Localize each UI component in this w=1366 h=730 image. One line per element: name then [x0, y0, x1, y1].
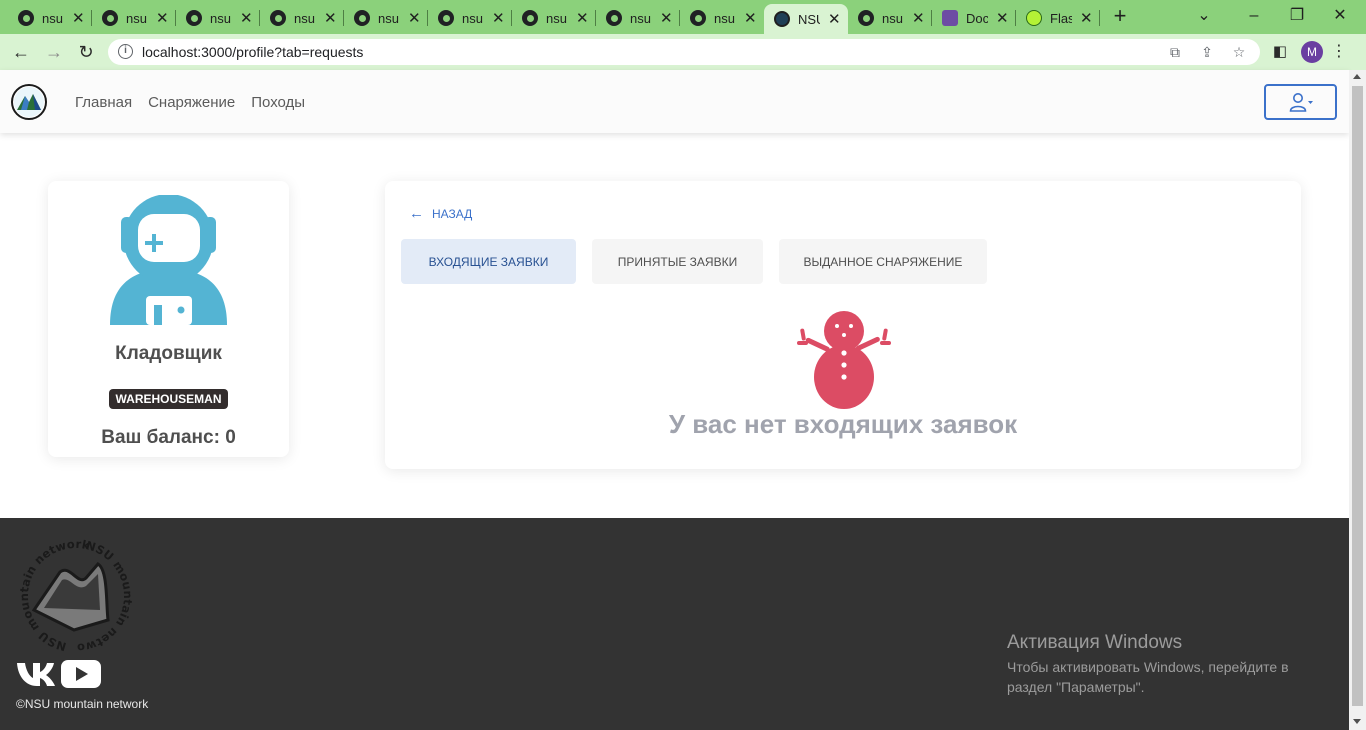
back-button[interactable]: ← НАЗАД — [409, 205, 473, 222]
browser-tab-strip: nsu ✕ nsu ✕ nsu ✕ nsu ✕ nsu ✕ nsu ✕ nsu ✕ nsu ✕ … — [0, 0, 1366, 34]
tab-search-icon[interactable]: ⌄ — [1190, 4, 1218, 28]
nsu-logo-icon — [774, 11, 790, 27]
github-icon — [18, 10, 34, 26]
reload-icon[interactable]: ↻ — [74, 40, 98, 64]
browser-tab[interactable]: nsu ✕ — [92, 4, 176, 32]
windows-activation-text: Чтобы активировать Windows, перейдите в … — [1007, 659, 1289, 695]
site-footer: NSU mountain network NSU mountain networ… — [0, 518, 1349, 730]
close-icon[interactable]: ✕ — [240, 9, 253, 27]
tab-accepted-requests[interactable]: ПРИНЯТЫЕ ЗАЯВКИ — [592, 239, 763, 284]
main-nav: Главная Снаряжение Походы — [75, 94, 305, 111]
browser-tab[interactable]: nsu ✕ — [680, 4, 764, 32]
restore-icon[interactable]: ❐ — [1283, 4, 1311, 28]
close-icon[interactable]: ✕ — [156, 9, 169, 27]
windows-activation-title: Активация Windows — [1007, 632, 1183, 653]
browser-tab-active[interactable]: NSU✕ — [764, 4, 848, 34]
site-info-icon[interactable]: i — [118, 44, 133, 59]
github-icon — [186, 10, 202, 26]
tab-incoming-requests[interactable]: ВХОДЯЩИЕ ЗАЯВКИ — [401, 239, 576, 284]
profile-card: Кладовщик WAREHOUSEMAN Ваш баланс: 0 — [48, 181, 289, 457]
github-icon — [102, 10, 118, 26]
user-menu-button[interactable] — [1264, 84, 1337, 120]
close-icon[interactable]: ✕ — [828, 10, 841, 28]
user-icon — [1289, 93, 1313, 112]
github-icon — [522, 10, 538, 26]
balance-text: Ваш баланс: 0 — [101, 427, 236, 448]
github-icon — [606, 10, 622, 26]
forward-icon[interactable]: → — [42, 40, 66, 64]
tab-issued-equipment[interactable]: ВЫДАННОЕ СНАРЯЖЕНИЕ — [779, 239, 987, 284]
close-icon[interactable]: ✕ — [324, 9, 337, 27]
close-icon[interactable]: ✕ — [996, 9, 1009, 27]
empty-state-message: У вас нет входящих заявок — [668, 409, 1018, 439]
minimize-icon[interactable]: – — [1240, 4, 1268, 28]
page-scrollbar[interactable] — [1349, 70, 1366, 730]
new-tab-button[interactable]: + — [1109, 5, 1131, 27]
github-icon — [690, 10, 706, 26]
role-badge: WAREHOUSEMAN — [109, 389, 228, 409]
github-icon — [354, 10, 370, 26]
close-icon[interactable]: ✕ — [576, 9, 589, 27]
flask-icon — [1026, 10, 1042, 26]
browser-tab[interactable]: nsu ✕ — [344, 4, 428, 32]
browser-tab[interactable]: nsu ✕ — [848, 4, 932, 32]
scroll-up-arrow-icon[interactable] — [1353, 74, 1361, 79]
close-icon[interactable]: ✕ — [660, 9, 673, 27]
youtube-icon[interactable] — [61, 660, 101, 688]
browser-tab[interactable]: nsu ✕ — [512, 4, 596, 32]
nav-link-trips[interactable]: Походы — [251, 94, 305, 111]
arrow-left-icon: ← — [409, 205, 424, 222]
site-logo[interactable] — [11, 84, 47, 120]
nav-link-home[interactable]: Главная — [75, 94, 132, 111]
close-icon[interactable]: ✕ — [744, 9, 757, 27]
close-icon[interactable]: ✕ — [912, 9, 925, 27]
browser-tab[interactable]: Doc ✕ — [932, 4, 1016, 32]
bookmark-star-icon[interactable]: ☆ — [1230, 43, 1248, 61]
vk-icon[interactable] — [16, 658, 56, 688]
snowman-icon — [797, 311, 891, 409]
browser-tab[interactable]: nsu ✕ — [8, 4, 92, 32]
github-icon — [438, 10, 454, 26]
requests-card: ← НАЗАД ВХОДЯЩИЕ ЗАЯВКИ ПРИНЯТЫЕ ЗАЯВКИ … — [385, 181, 1301, 469]
back-label: НАЗАД — [432, 207, 473, 221]
share-icon[interactable]: ⇪ — [1198, 43, 1216, 61]
github-icon — [270, 10, 286, 26]
browser-tab[interactable]: nsu ✕ — [428, 4, 512, 32]
url-text[interactable]: localhost:3000/profile?tab=requests — [142, 44, 363, 60]
close-icon[interactable]: ✕ — [408, 9, 421, 27]
trello-icon — [942, 10, 958, 26]
side-panel-icon[interactable]: ◧ — [1270, 41, 1290, 63]
close-window-icon[interactable]: ✕ — [1326, 4, 1354, 28]
browser-tab[interactable]: nsu ✕ — [260, 4, 344, 32]
browser-tab[interactable]: nsu ✕ — [176, 4, 260, 32]
scroll-down-arrow-icon[interactable] — [1353, 719, 1361, 724]
address-bar[interactable]: i localhost:3000/profile?tab=requests ⧉ … — [108, 39, 1260, 65]
windows-activation-overlay: Активация Windows Чтобы активировать Win… — [1007, 632, 1317, 697]
close-icon[interactable]: ✕ — [1080, 9, 1093, 27]
close-icon[interactable]: ✕ — [492, 9, 505, 27]
browser-menu-icon[interactable]: ⋮ — [1331, 41, 1347, 63]
close-icon[interactable]: ✕ — [72, 9, 85, 27]
browser-profile-avatar[interactable]: M — [1301, 41, 1323, 63]
mountain-logo-icon — [14, 87, 44, 117]
astronaut-avatar-icon — [110, 195, 227, 325]
profile-name: Кладовщик — [115, 343, 222, 364]
copyright-text: ©NSU mountain network — [16, 697, 149, 711]
translate-icon[interactable]: ⧉ — [1166, 43, 1184, 61]
nav-link-equipment[interactable]: Снаряжение — [148, 94, 235, 111]
browser-tab[interactable]: nsu ✕ — [596, 4, 680, 32]
footer-logo: NSU mountain network NSU mountain networ… — [14, 534, 135, 655]
back-icon[interactable]: ← — [9, 40, 33, 64]
browser-tab[interactable]: Flas ✕ — [1016, 4, 1100, 32]
github-icon — [858, 10, 874, 26]
site-header: Главная Снаряжение Походы — [0, 70, 1349, 133]
scrollbar-thumb[interactable] — [1352, 86, 1363, 706]
